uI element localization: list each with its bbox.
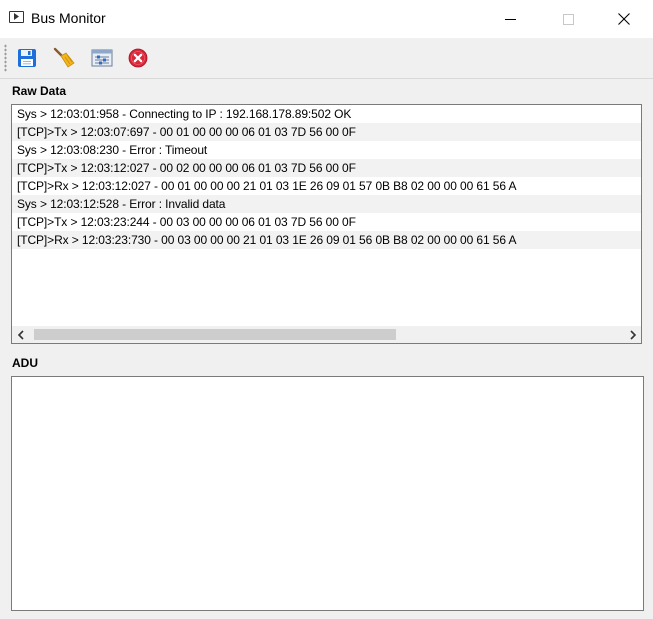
adu-label: ADU — [12, 356, 38, 370]
raw-data-label: Raw Data — [12, 84, 67, 98]
floppy-disk-icon — [18, 49, 36, 67]
horizontal-scrollbar[interactable] — [12, 326, 641, 343]
log-row[interactable]: [TCP]>Rx > 12:03:12:027 - 00 01 00 00 00… — [12, 177, 641, 195]
window-title: Bus Monitor — [31, 10, 106, 26]
log-row[interactable]: [TCP]>Tx > 12:03:23:244 - 00 03 00 00 00… — [12, 213, 641, 231]
log-row[interactable]: Sys > 12:03:08:230 - Error : Timeout — [12, 141, 641, 159]
close-icon — [618, 13, 630, 25]
log-row[interactable]: [TCP]>Tx > 12:03:07:697 - 00 01 00 00 00… — [12, 123, 641, 141]
minimize-icon — [504, 18, 516, 20]
minimize-button[interactable] — [481, 0, 539, 38]
filter-settings-icon — [91, 49, 113, 67]
title-bar: Bus Monitor — [0, 0, 653, 39]
log-row[interactable]: Sys > 12:03:12:528 - Error : Invalid dat… — [12, 195, 641, 213]
log-row[interactable]: [TCP]>Rx > 12:03:23:730 - 00 03 00 00 00… — [12, 231, 641, 249]
stop-button[interactable] — [126, 46, 150, 70]
scroll-left-button[interactable] — [12, 326, 29, 343]
filter-button[interactable] — [90, 46, 114, 70]
save-button[interactable] — [15, 46, 39, 70]
stop-icon — [128, 48, 148, 68]
log-row[interactable]: [TCP]>Tx > 12:03:12:027 - 00 02 00 00 00… — [12, 159, 641, 177]
raw-data-list[interactable]: Sys > 12:03:01:958 - Connecting to IP : … — [11, 104, 642, 344]
maximize-icon — [562, 13, 574, 25]
chevron-left-icon — [17, 329, 24, 340]
scroll-right-button[interactable] — [624, 326, 641, 343]
adu-panel[interactable] — [11, 376, 644, 611]
toolbar — [0, 38, 653, 79]
toolbar-grip[interactable] — [4, 44, 7, 72]
scrollbar-thumb[interactable] — [34, 329, 396, 340]
raw-data-rows: Sys > 12:03:01:958 - Connecting to IP : … — [12, 105, 641, 249]
maximize-button[interactable] — [539, 0, 597, 38]
chevron-right-icon — [629, 329, 636, 340]
window-app-icon — [9, 11, 24, 23]
close-button[interactable] — [595, 0, 653, 38]
clear-button[interactable] — [52, 46, 76, 70]
broom-icon — [53, 47, 75, 68]
log-row[interactable]: Sys > 12:03:01:958 - Connecting to IP : … — [12, 105, 641, 123]
